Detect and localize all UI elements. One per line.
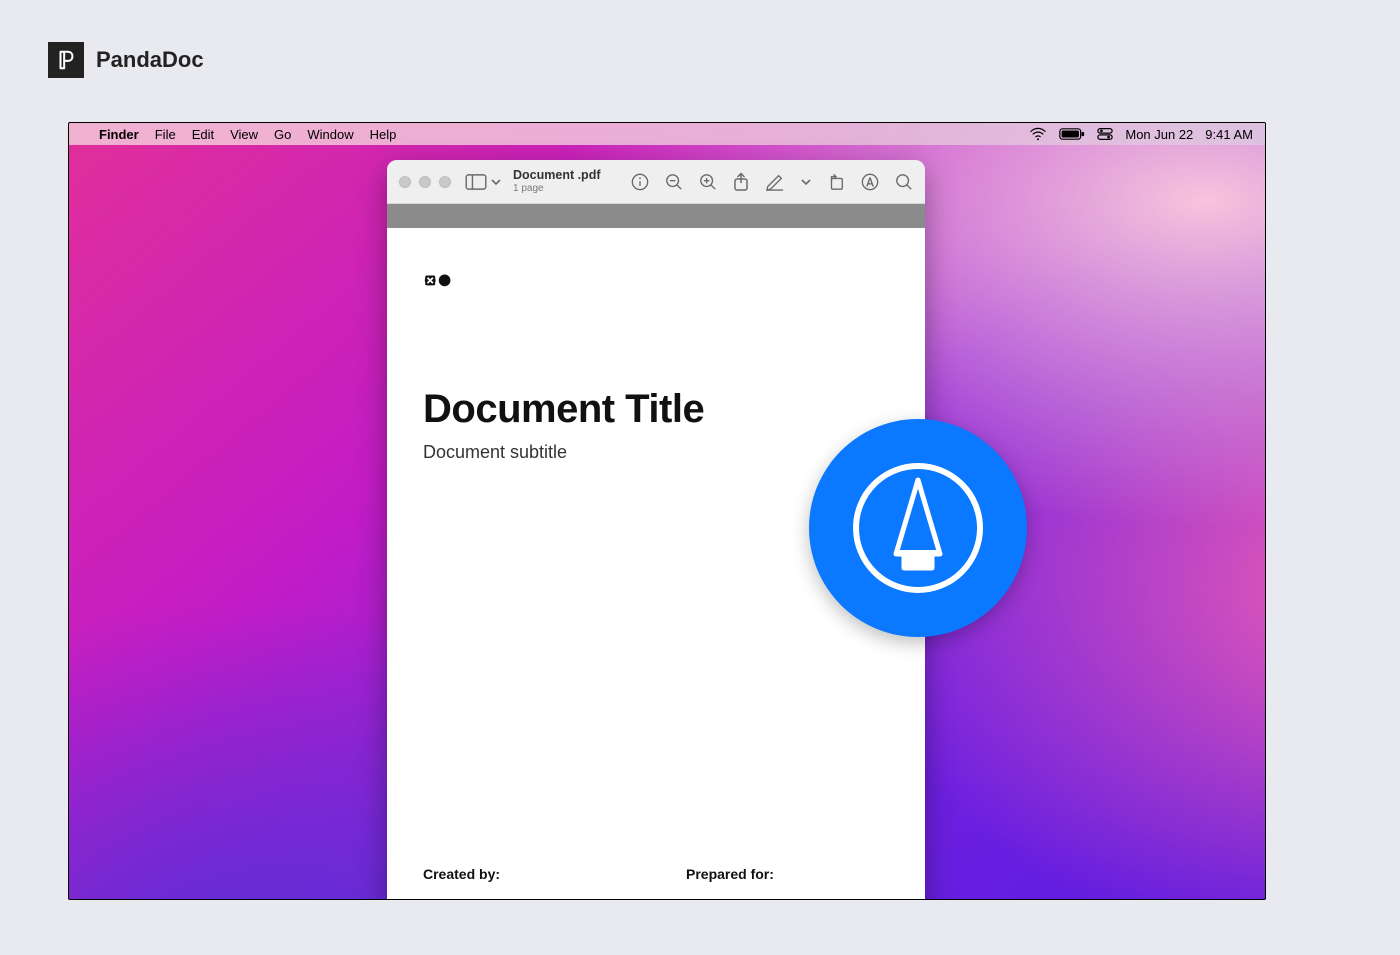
preview-toolbar-strip <box>387 204 925 228</box>
search-button[interactable] <box>895 173 913 191</box>
preview-page-count: 1 page <box>513 183 601 194</box>
menubar-item-help[interactable]: Help <box>370 127 397 142</box>
document-title: Document Title <box>423 387 889 432</box>
window-close-button[interactable] <box>399 176 411 188</box>
preview-title-block: Document .pdf 1 page <box>513 169 601 194</box>
prepared-for-block: Prepared for: [Client.FirstName] [Client… <box>686 866 889 900</box>
prepared-for-label: Prepared for: <box>686 866 889 882</box>
client-name: [Client.FirstName] [Client.LastName] <box>686 896 889 900</box>
markup-dropdown-icon[interactable] <box>801 178 811 186</box>
rotate-button[interactable] <box>827 173 845 191</box>
markup-pen-button[interactable] <box>765 173 785 191</box>
menubar-item-view[interactable]: View <box>230 127 258 142</box>
preview-filename: Document .pdf <box>513 169 601 183</box>
preview-titlebar: Document .pdf 1 page <box>387 160 925 204</box>
menubar-item-window[interactable]: Window <box>307 127 353 142</box>
document-footer: Created by: [Sender.FirstName] [Sender.L… <box>423 866 889 900</box>
control-center-icon[interactable] <box>1097 127 1113 141</box>
menubar-item-edit[interactable]: Edit <box>192 127 214 142</box>
menubar-app-name[interactable]: Finder <box>99 127 139 142</box>
sender-name: [Sender.FirstName] [Sender.LastName] <box>423 896 626 900</box>
pandadoc-brand: PandaDoc <box>48 42 204 78</box>
mac-menubar: Finder File Edit View Go Window Help <box>69 123 1265 145</box>
zoom-in-button[interactable] <box>699 173 717 191</box>
window-traffic-lights <box>399 176 451 188</box>
window-zoom-button[interactable] <box>439 176 451 188</box>
document-subtitle: Document subtitle <box>423 442 889 463</box>
document-brand-mark-icon <box>423 274 889 299</box>
battery-icon[interactable] <box>1059 127 1085 141</box>
mac-desktop-frame: Finder File Edit View Go Window Help <box>68 122 1266 900</box>
sidebar-toggle-button[interactable] <box>465 174 487 190</box>
pandadoc-brand-name: PandaDoc <box>96 47 204 73</box>
menubar-clock-time[interactable]: 9:41 AM <box>1205 127 1253 142</box>
markup-pen-badge-icon <box>809 419 1027 637</box>
menubar-clock-day[interactable]: Mon Jun 22 <box>1125 127 1193 142</box>
markup-toolbar-button[interactable] <box>861 173 879 191</box>
created-by-label: Created by: <box>423 866 626 882</box>
pandadoc-logo-icon <box>48 42 84 78</box>
window-minimize-button[interactable] <box>419 176 431 188</box>
menubar-item-go[interactable]: Go <box>274 127 291 142</box>
zoom-out-button[interactable] <box>665 173 683 191</box>
info-button[interactable] <box>631 173 649 191</box>
wifi-icon[interactable] <box>1029 127 1047 141</box>
sidebar-dropdown-icon[interactable] <box>491 178 501 186</box>
created-by-block: Created by: [Sender.FirstName] [Sender.L… <box>423 866 626 900</box>
share-button[interactable] <box>733 172 749 192</box>
menubar-item-file[interactable]: File <box>155 127 176 142</box>
